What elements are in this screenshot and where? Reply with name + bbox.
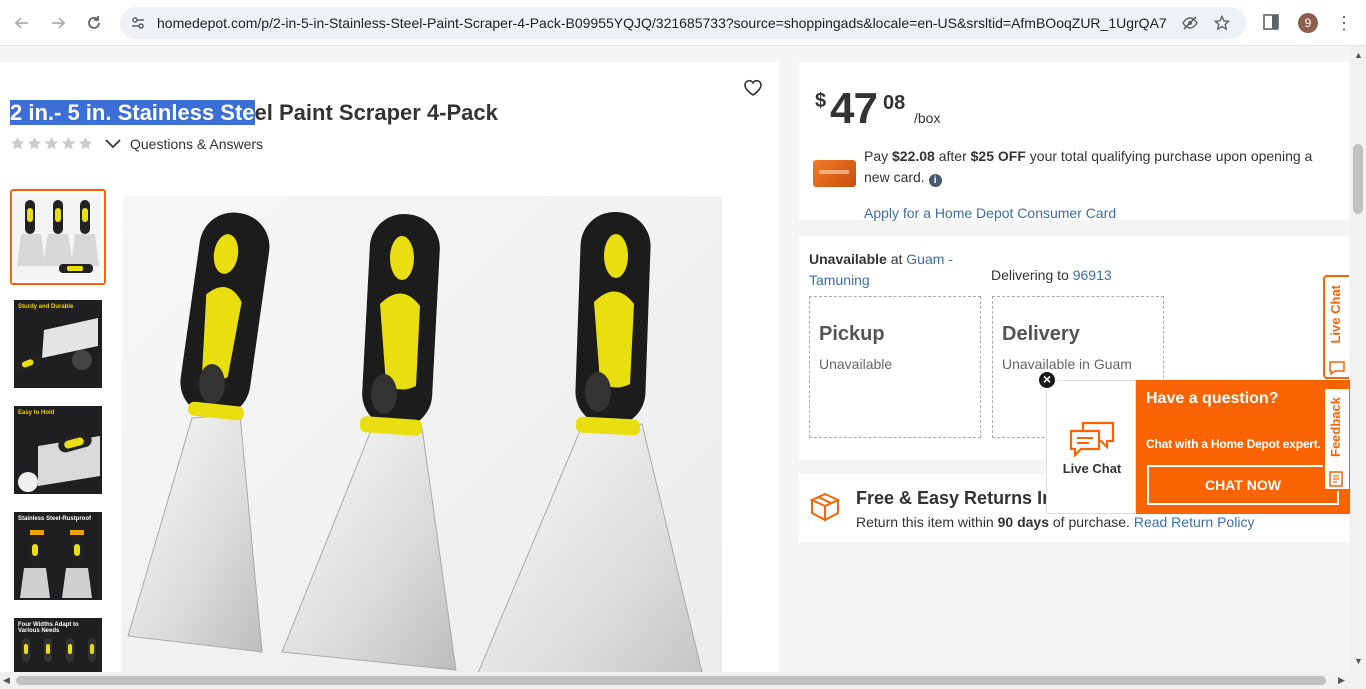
bookmark-star-icon[interactable] [1212,13,1232,33]
returns-title: Free & Easy Returns In [856,488,1054,508]
credit-card-icon [813,160,856,187]
price-cents: 08 [883,92,906,114]
product-title: 2 in.- 5 in. Stainless Steel Paint Scrap… [10,100,498,126]
returns-prefix: Return this item within [856,514,994,530]
vertical-scrollbar[interactable]: ▲ ▼ [1350,46,1366,672]
browser-menu-icon[interactable]: ⋮ [1334,11,1354,35]
star-empty-icon [78,136,93,150]
store-status: Unavailable [809,251,887,267]
scroll-right-arrow-icon[interactable]: ▶ [1338,675,1345,686]
live-chat-side-tab[interactable]: Live Chat [1323,275,1349,379]
title-selected-text: 2 in.- 5 in. Stainless Ste [10,100,255,125]
scraper-thumbnail-image [20,530,92,598]
delivering-to-label: Delivering to [991,267,1069,283]
live-chat-label: Live Chat [1062,461,1122,476]
returns-suffix: of purchase. [1052,514,1130,530]
page-content: 2 in.- 5 in. Stainless Steel Paint Scrap… [0,46,1350,672]
scraper-thumbnail-image [16,318,98,373]
promo-pay-amount: $22.08 [892,148,935,164]
address-bar[interactable]: homedepot.com/p/2-in-5-in-Stainless-Stee… [120,7,1246,39]
live-chat-tab-label: Live Chat [1328,285,1343,344]
card-promo-text: Pay $22.08 after $25 OFF your total qual… [864,146,1334,188]
delivery-location: Delivering to 96913 [991,267,1112,283]
chat-question: Have a question? [1146,390,1279,407]
site-settings-icon[interactable] [130,15,146,31]
paint-scraper-image [127,212,703,672]
zip-code-link[interactable]: 96913 [1073,267,1112,283]
store-availability: Unavailable at Guam - Tamuning [809,249,979,291]
vertical-scroll-thumb[interactable] [1353,144,1363,214]
horizontal-scrollbar[interactable]: ◀ ▶ [0,672,1350,689]
chat-bubbles-icon [1069,421,1115,457]
box-return-icon [809,492,841,522]
star-empty-icon [27,136,42,150]
price-dollars: 47 [830,84,878,133]
pickup-title: Pickup [819,323,885,345]
scraper-thumbnail-image [17,200,99,273]
horizontal-scroll-thumb[interactable] [16,676,1326,685]
chevron-down-icon[interactable] [104,136,122,152]
scraper-thumbnail-image [22,638,96,662]
chat-description: Chat with a Home Depot expert. [1146,437,1321,451]
profile-avatar[interactable]: 9 [1298,13,1318,33]
store-at: at [890,251,903,267]
price-unit: /box [914,110,941,126]
side-panel-icon[interactable] [1262,13,1280,31]
eye-off-icon[interactable] [1180,13,1200,33]
pickup-option[interactable]: Pickup Unavailable [809,296,981,438]
chat-now-button[interactable]: CHAT NOW [1147,465,1339,505]
thumbnail-4[interactable]: Stainless Steel-Rustproof [14,512,102,600]
forward-arrow-icon[interactable] [46,11,70,35]
delivery-title: Delivery [1002,323,1080,345]
returns-text: Return this item within 90 days of purch… [856,514,1254,530]
thumbnail-2[interactable]: Sturdy and Durable [14,300,102,388]
questions-answers-link[interactable]: Questions & Answers [130,136,263,152]
title-remaining-text: el Paint Scraper 4-Pack [254,100,498,125]
live-chat-launcher[interactable]: Live Chat [1046,380,1136,514]
promo-pay: Pay [864,148,889,164]
price-panel: $ 47 08 /box Pay $22.08 after $25 OFF yo… [799,62,1349,221]
star-empty-icon [61,136,76,150]
thumbnail-1[interactable] [10,189,106,285]
thumbnail-5[interactable]: Four Widths Adapt to Various Needs [14,618,102,672]
scroll-down-arrow-icon[interactable]: ▼ [1354,656,1363,666]
info-icon[interactable]: i [928,174,942,187]
main-product-image[interactable] [122,196,722,672]
delivery-status: Unavailable in Guam [1002,356,1132,372]
browser-toolbar: homedepot.com/p/2-in-5-in-Stainless-Stee… [0,0,1366,46]
returns-days: 90 days [997,514,1049,530]
apply-card-link[interactable]: Apply for a Home Depot Consumer Card [864,205,1116,221]
feedback-icon [1329,471,1343,487]
product-media-panel: 2 in.- 5 in. Stainless Steel Paint Scrap… [0,62,779,672]
star-empty-icon [10,136,25,150]
reload-icon[interactable] [82,11,106,35]
chat-icon [1329,361,1345,375]
feedback-tab-label: Feedback [1328,397,1343,457]
url-text[interactable]: homedepot.com/p/2-in-5-in-Stainless-Stee… [157,15,1167,31]
scroll-left-arrow-icon[interactable]: ◀ [3,675,10,686]
close-icon[interactable]: × [1037,370,1057,390]
chat-invite-panel: Have a question? Chat with a Home Depot … [1136,380,1350,514]
pickup-status: Unavailable [819,356,893,372]
feedback-side-tab[interactable]: Feedback [1323,387,1349,491]
promo-after: after [938,148,967,164]
scroll-up-arrow-icon[interactable]: ▲ [1354,50,1363,60]
back-arrow-icon[interactable] [10,11,34,35]
rating-stars[interactable] [10,136,93,151]
scrollbar-corner [1350,672,1366,689]
price-dollar-sign: $ [815,90,827,112]
promo-off-amount: $25 OFF [970,148,1026,164]
scraper-thumbnail-image [18,433,100,492]
thumbnail-3[interactable]: Easy to Hold [14,406,102,494]
favorite-heart-icon[interactable] [742,76,764,98]
star-empty-icon [44,136,59,150]
return-policy-link[interactable]: Read Return Policy [1134,514,1255,530]
